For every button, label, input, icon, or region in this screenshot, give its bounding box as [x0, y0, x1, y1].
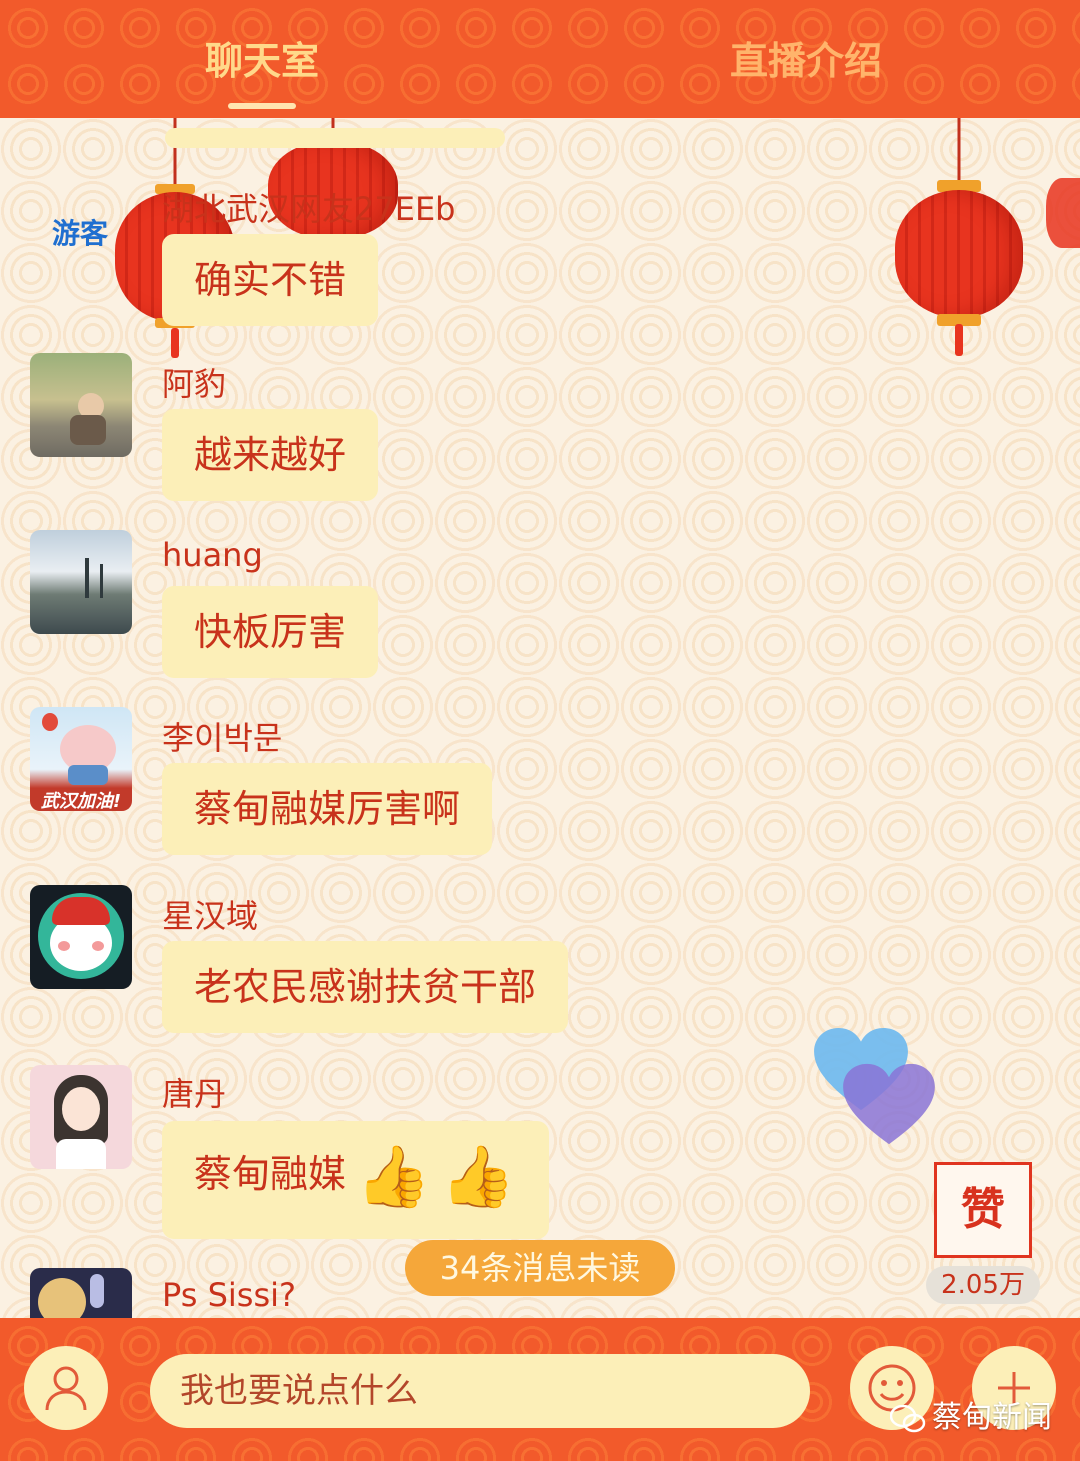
header-bar: 聊天室 直播介绍 — [0, 0, 1080, 118]
like-button[interactable]: 赞 — [934, 1162, 1032, 1258]
tab-chat-room[interactable]: 聊天室 — [205, 30, 319, 85]
message-bubble[interactable]: 快板厉害 — [162, 586, 379, 678]
avatar-caption: 武汉加油! — [40, 791, 122, 811]
user-avatar[interactable] — [30, 353, 132, 457]
message-username: huang — [162, 536, 263, 574]
watermark-text: 蔡甸新闻 — [932, 1400, 1052, 1435]
user-avatar[interactable] — [30, 885, 132, 989]
message-bubble[interactable]: 老农民感谢扶贫干部 — [162, 941, 569, 1033]
scroll-top-fade — [165, 128, 505, 148]
heart-icon — [843, 1063, 935, 1145]
user-icon — [45, 1366, 87, 1411]
thumbs-up-icon: 👍 — [356, 1141, 431, 1212]
thumbs-up-icon: 👍 — [440, 1141, 516, 1212]
lantern-decoration-right — [895, 118, 1023, 356]
message-bubble[interactable]: 蔡甸融媒厉害啊 — [162, 763, 493, 855]
message-username: Ps Sissi? — [162, 1276, 296, 1314]
source-watermark: 蔡甸新闻 — [890, 1392, 1052, 1436]
paper-cut-decoration — [1046, 178, 1080, 248]
profile-button[interactable] — [24, 1346, 108, 1430]
comment-input[interactable]: 我也要说点什么 — [150, 1354, 810, 1428]
message-username: 李이박문 — [162, 719, 283, 757]
user-avatar[interactable]: 武汉加油! — [30, 707, 132, 811]
message-username: 唐丹 — [162, 1075, 227, 1113]
tab-live-intro[interactable]: 直播介绍 — [730, 30, 882, 85]
active-tab-indicator — [228, 103, 296, 109]
unread-messages-pill[interactable]: 34条消息未读 — [405, 1240, 675, 1296]
user-avatar[interactable] — [30, 530, 132, 634]
message-username: 湖北武汉网友27EEb — [162, 190, 456, 228]
guest-avatar-label: 游客 — [52, 217, 109, 250]
message-username: 阿豹 — [162, 365, 227, 403]
wechat-icon — [890, 1404, 926, 1432]
like-count: 2.05万 — [926, 1266, 1040, 1304]
user-avatar[interactable] — [30, 1065, 132, 1169]
message-bubble[interactable]: 蔡甸融媒 👍 👍 — [162, 1121, 550, 1239]
message-bubble[interactable]: 确实不错 — [162, 234, 379, 326]
message-text: 蔡甸融媒 — [194, 1152, 347, 1196]
message-bubble[interactable]: 越来越好 — [162, 409, 379, 501]
message-username: 星汉域 — [162, 897, 259, 935]
user-avatar[interactable] — [30, 1268, 132, 1318]
